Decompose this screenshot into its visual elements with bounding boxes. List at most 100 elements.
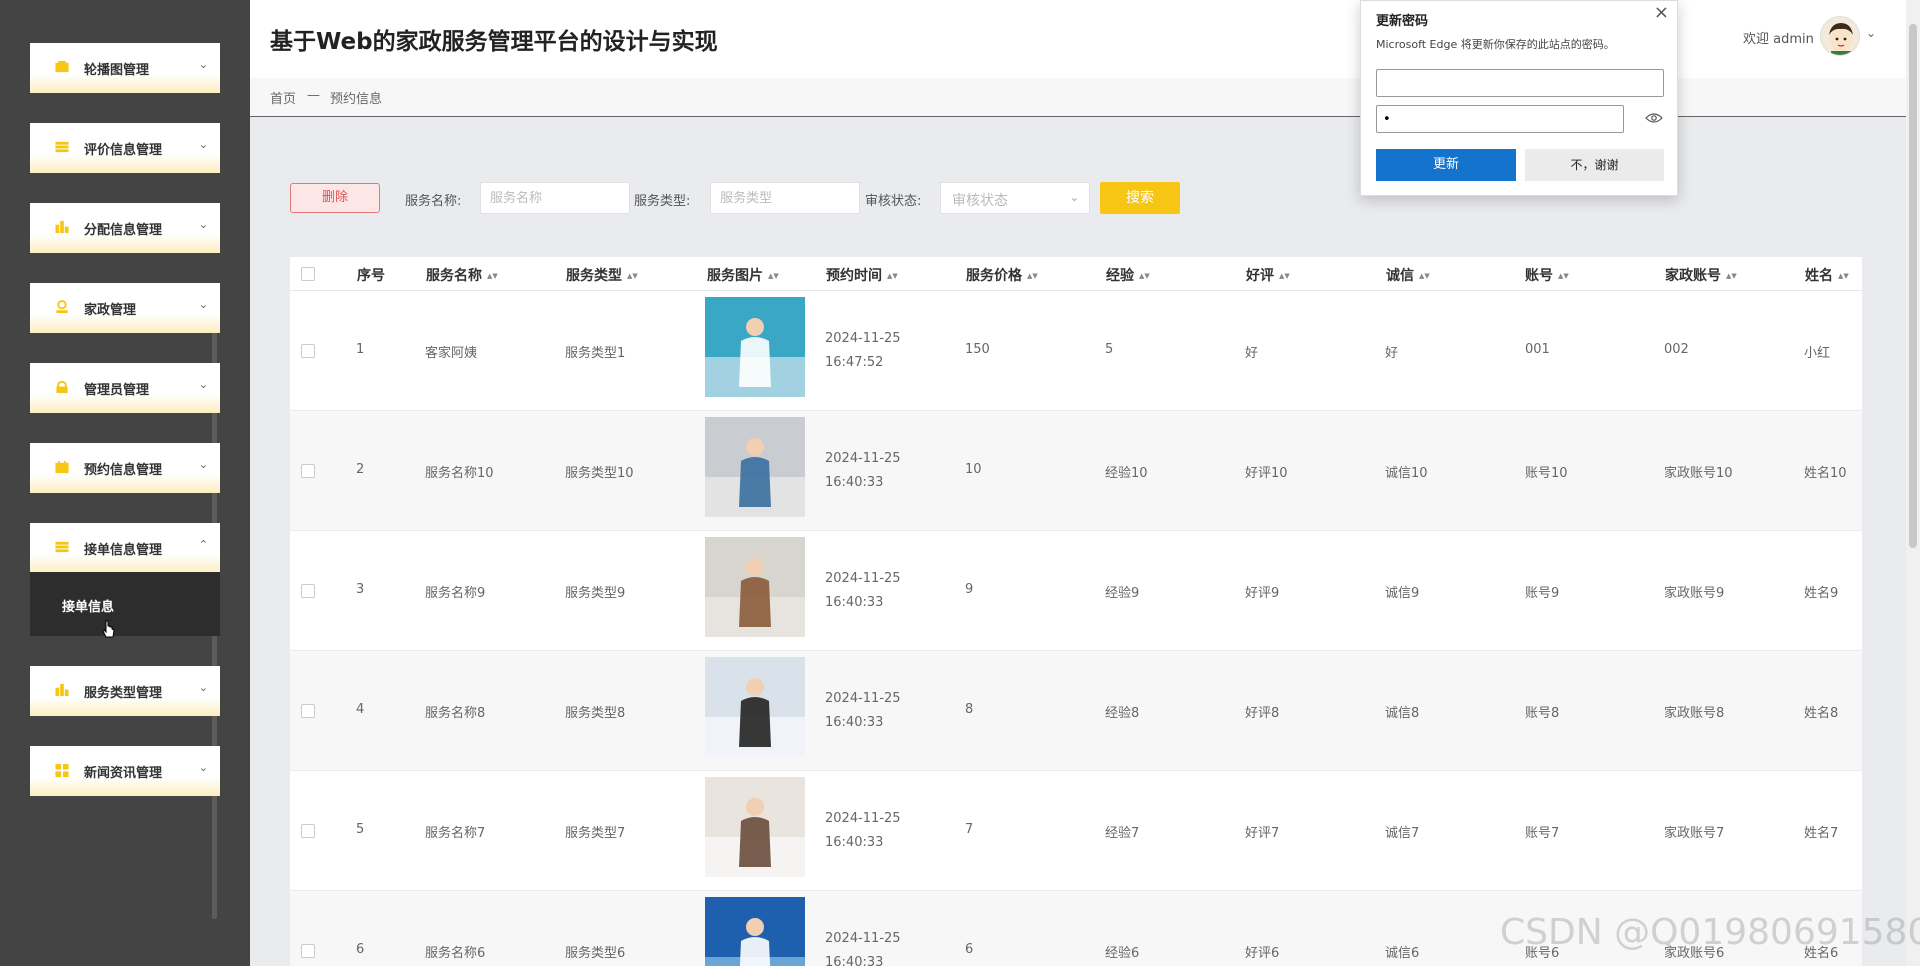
sort-icon[interactable]: ▲▼: [887, 273, 898, 280]
eye-icon[interactable]: [1645, 112, 1663, 124]
column-header-label: 预约时间: [826, 268, 882, 284]
sort-icon[interactable]: ▲▼: [1279, 273, 1290, 280]
service-image[interactable]: [705, 657, 805, 757]
cell-account: 账号7: [1525, 826, 1560, 841]
service-image[interactable]: [705, 897, 805, 966]
row-checkbox[interactable]: [301, 944, 315, 958]
cell-account: 账号8: [1525, 706, 1560, 721]
service-name-label: 服务名称:: [405, 194, 462, 209]
review-status-select[interactable]: 审核状态 ⌄: [940, 182, 1090, 214]
edge-password-popup: 更新密码 × Microsoft Edge 将更新你保存的此站点的密码。 更新 …: [1360, 0, 1678, 196]
column-header[interactable]: 服务价格 ▲▼: [966, 265, 1038, 285]
sidebar-item-6[interactable]: 预约信息管理 ⌄: [30, 443, 220, 493]
cell-type: 服务类型6: [565, 946, 626, 961]
row-checkbox[interactable]: [301, 824, 315, 838]
cell-no: 6: [356, 942, 365, 957]
sort-icon[interactable]: ▲▼: [1419, 273, 1430, 280]
sidebar-item-1[interactable]: 轮播图管理 ⌄: [30, 43, 220, 93]
sidebar-item-4[interactable]: 家政管理 ⌄: [30, 283, 220, 333]
column-header[interactable]: 账号 ▲▼: [1525, 265, 1569, 285]
chevron-down-icon: ⌄: [198, 218, 208, 231]
service-image[interactable]: [705, 297, 805, 397]
sort-icon[interactable]: ▲▼: [1838, 273, 1849, 280]
data-table: 序号 服务名称 ▲▼ 服务类型 ▲▼ 服务图片 ▲▼ 预约时间 ▲▼ 服务价格 ▲▼ 经验 ▲▼ 好评 ▲▼…: [290, 257, 1862, 966]
column-header[interactable]: 好评 ▲▼: [1246, 265, 1290, 285]
cell-person: 姓名8: [1804, 706, 1839, 721]
sort-icon[interactable]: ▲▼: [768, 273, 779, 280]
chevron-down-icon: ⌄: [1069, 191, 1079, 204]
cell-no: 3: [356, 582, 365, 597]
image-icon: [55, 60, 69, 73]
select-all-checkbox[interactable]: [301, 267, 315, 281]
search-button[interactable]: 搜索: [1100, 182, 1180, 214]
cell-time: 2024-11-25 16:40:33: [825, 811, 901, 850]
service-name-input[interactable]: [480, 182, 630, 214]
update-password-button[interactable]: 更新: [1376, 149, 1516, 181]
sidebar-item-2[interactable]: 评价信息管理 ⌄: [30, 123, 220, 173]
cell-account: 账号10: [1525, 466, 1568, 481]
table-row[interactable]: 3 服务名称9 服务类型9 2024-11-25 16:40:33 9 经验9 好评9 诚信9…: [290, 531, 1862, 651]
breadcrumb-home[interactable]: 首页: [270, 88, 296, 107]
sort-icon[interactable]: ▲▼: [627, 273, 638, 280]
cell-price: 10: [965, 462, 982, 477]
cell-name: 服务名称10: [425, 466, 494, 481]
cell-type: 服务类型9: [565, 586, 626, 601]
grid-icon: [55, 763, 69, 777]
cell-name: 服务名称7: [425, 826, 486, 841]
lock-icon: [56, 380, 68, 394]
column-header[interactable]: 经验 ▲▼: [1106, 265, 1150, 285]
table-row[interactable]: 2 服务名称10 服务类型10 2024-11-25 16:40:33 10 经验10 好评…: [290, 411, 1862, 531]
column-header[interactable]: 姓名 ▲▼: [1805, 265, 1849, 285]
submenu-item-label[interactable]: 接单信息: [62, 596, 114, 615]
page-scrollbar-thumb[interactable]: [1909, 24, 1917, 548]
service-image[interactable]: [705, 537, 805, 637]
column-header[interactable]: 服务类型 ▲▼: [566, 265, 638, 285]
breadcrumb-separator: —: [307, 88, 320, 103]
column-header[interactable]: 服务名称 ▲▼: [426, 265, 498, 285]
delete-button[interactable]: 删除: [290, 183, 380, 213]
sidebar-item-3[interactable]: 分配信息管理 ⌄: [30, 203, 220, 253]
sort-icon[interactable]: ▲▼: [1139, 273, 1150, 280]
avatar[interactable]: [1820, 16, 1860, 56]
row-checkbox[interactable]: [301, 464, 315, 478]
sidebar-item-5[interactable]: 管理员管理 ⌄: [30, 363, 220, 413]
row-checkbox[interactable]: [301, 704, 315, 718]
cell-price: 9: [965, 582, 974, 597]
column-header[interactable]: 预约时间 ▲▼: [826, 265, 898, 285]
column-header[interactable]: 服务图片 ▲▼: [707, 265, 779, 285]
cell-exp: 经验7: [1105, 826, 1140, 841]
column-header[interactable]: 序号: [357, 265, 385, 285]
no-thanks-button[interactable]: 不，谢谢: [1525, 149, 1664, 181]
sort-icon[interactable]: ▲▼: [487, 273, 498, 280]
service-type-input[interactable]: [710, 182, 860, 214]
column-header[interactable]: 家政账号 ▲▼: [1665, 265, 1737, 285]
service-image[interactable]: [705, 417, 805, 517]
sidebar-item-9[interactable]: 新闻资讯管理 ⌄: [30, 746, 220, 796]
chevron-down-icon[interactable]: ⌄: [1866, 26, 1876, 40]
submenu-order-info[interactable]: 接单信息: [30, 572, 220, 636]
password-field[interactable]: [1376, 105, 1624, 133]
column-header-label: 好评: [1246, 268, 1274, 284]
table-row[interactable]: 4 服务名称8 服务类型8 2024-11-25 16:40:33 8 经验8 好评8 诚信8…: [290, 651, 1862, 771]
table-row[interactable]: 1 客家阿姨 服务类型1 2024-11-25 16:47:52 150 5 好 好 001 00…: [290, 291, 1862, 411]
cell-hs-account: 家政账号8: [1664, 706, 1725, 721]
page-scrollbar[interactable]: [1906, 0, 1920, 966]
chevron-down-icon: ⌄: [198, 298, 208, 311]
cell-good: 好评6: [1245, 946, 1280, 961]
service-type-label: 服务类型:: [634, 194, 691, 209]
sidebar-item-8[interactable]: 服务类型管理 ⌄: [30, 666, 220, 716]
row-checkbox[interactable]: [301, 344, 315, 358]
sort-icon[interactable]: ▲▼: [1558, 273, 1569, 280]
row-checkbox[interactable]: [301, 584, 315, 598]
sort-icon[interactable]: ▲▼: [1726, 273, 1737, 280]
chevron-down-icon: ⌄: [198, 378, 208, 391]
service-image[interactable]: [705, 777, 805, 877]
cell-person: 小红: [1804, 346, 1831, 361]
table-row[interactable]: 5 服务名称7 服务类型7 2024-11-25 16:40:33 7 经验7 好评7 诚信7…: [290, 771, 1862, 891]
column-header[interactable]: 诚信 ▲▼: [1386, 265, 1430, 285]
username-field[interactable]: [1376, 69, 1664, 97]
sidebar-item-7[interactable]: 接单信息管理 ⌃: [30, 523, 220, 573]
sort-icon[interactable]: ▲▼: [1027, 273, 1038, 280]
sidebar-item-label: 评价信息管理: [84, 143, 163, 158]
close-icon[interactable]: ×: [1654, 2, 1669, 23]
